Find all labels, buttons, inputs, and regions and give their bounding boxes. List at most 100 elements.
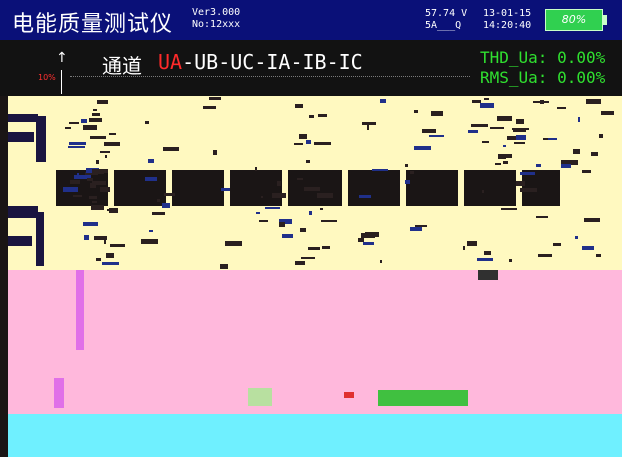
glitch-pixel [320,208,323,210]
glitch-pixel [203,106,216,109]
glitch-pixel [107,209,109,211]
glitch-pixel [304,187,320,191]
battery-icon: 80% [545,9,603,31]
glitch-pixel [516,119,524,124]
glitch-pixel [96,258,101,261]
glitch-pixel [73,195,82,197]
other-channels[interactable]: -UB-UC-IA-IB-IC [182,50,363,74]
glitch-pixel [380,260,382,263]
glitch-pixel [109,133,116,135]
glitch-pixel [295,261,305,265]
glitch-pixel [573,149,580,154]
glitch-pixel [220,264,228,269]
app-title: 电能质量测试仪 [12,12,174,37]
glitch-pixel [306,160,310,163]
glitch-pixel [152,212,165,215]
glitch-block [76,270,84,350]
glitch-block [36,212,44,266]
glitch-pixel [468,130,478,133]
glitch-pixel [536,216,548,218]
glitch-pixel [110,244,125,247]
glitch-pixel [69,122,79,124]
glitch-pixel [582,170,591,173]
glitch-pixel [584,218,600,222]
glitch-pixel [148,159,154,163]
glitch-pixel [591,152,598,156]
title-bar: 电能质量测试仪 Ver3.000 No:12xxx 57.74 V 5A___Q… [0,0,622,40]
glitch-pixel [513,130,526,132]
corrupted-pink-region [8,270,622,414]
glitch-pixel [359,195,371,198]
glitch-pixel [149,230,153,232]
glitch-pixel [467,241,477,246]
glitch-block [8,132,34,142]
arrow-up-icon: ↑ [56,50,68,66]
glitch-pixel [94,236,107,240]
channel-label: 通道 [102,54,142,78]
glitch-pixel [104,240,106,244]
glitch-pixel [317,193,333,198]
glitch-pixel [367,125,369,130]
band-gap [166,170,172,206]
glitch-pixel [520,172,535,175]
glitch-pixel [410,171,414,174]
time-label: 14:20:40 [483,20,532,31]
glitch-pixel [145,177,157,181]
glitch-pixel [482,141,489,143]
glitch-pixel [586,99,601,104]
glitch-pixel [65,127,71,129]
glitch-pixel [308,247,320,250]
band-gap [342,170,348,206]
glitch-block [344,392,354,398]
glitch-pixel [490,127,504,129]
glitch-pixel [157,199,160,202]
glitch-pixel [272,193,286,198]
glitch-pixel [90,136,106,139]
glitch-pixel [141,239,158,244]
glitch-block [8,236,32,246]
date-label: 13-01-15 [483,8,532,19]
device-number: No:12xxx [192,19,241,30]
device-screen: 电能质量测试仪 Ver3.000 No:12xxx 57.74 V 5A___Q… [0,0,622,457]
glitch-pixel [105,155,107,158]
glitch-pixel [414,110,418,113]
glitch-pixel [484,251,491,255]
glitch-pixel [164,193,175,196]
glitch-pixel [84,235,89,240]
voltage-readout: 57.74 V [425,8,468,19]
glitch-pixel [414,146,431,150]
glitch-pixel [89,196,97,199]
glitch-block [8,206,38,218]
glitch-pixel [109,208,118,213]
glitch-pixel [213,150,217,155]
glitch-pixel [294,143,303,145]
corrupted-cyan-region [8,414,622,457]
glitch-pixel [104,142,120,146]
glitch-pixel [548,138,557,140]
thd-readout: THD_Ua: 0.00% [480,48,606,67]
battery-tip [603,15,607,25]
glitch-pixel [480,103,494,108]
glitch-pixel [225,241,242,246]
glitch-pixel [90,183,96,188]
glitch-pixel [301,257,315,259]
version-label: Ver3.000 [192,7,241,18]
glitch-pixel [372,169,388,171]
glitch-pixel [516,181,525,186]
active-channel[interactable]: UA [158,50,182,74]
glitch-pixel [575,236,578,239]
glitch-pixel [209,97,221,100]
glitch-pixel [405,180,410,184]
glitch-pixel [92,169,108,173]
glitch-pixel [261,196,263,198]
band-gap [458,170,464,206]
glitch-pixel [102,262,119,265]
glitch-pixel [380,99,386,103]
glitch-pixel [596,254,601,257]
glitch-pixel [553,243,561,246]
glitch-pixel [91,205,104,210]
glitch-pixel [362,122,376,125]
channel-selector[interactable]: UA-UB-UC-IA-IB-IC [158,50,363,74]
glitch-pixel [318,114,327,117]
glitch-pixel [279,222,285,227]
